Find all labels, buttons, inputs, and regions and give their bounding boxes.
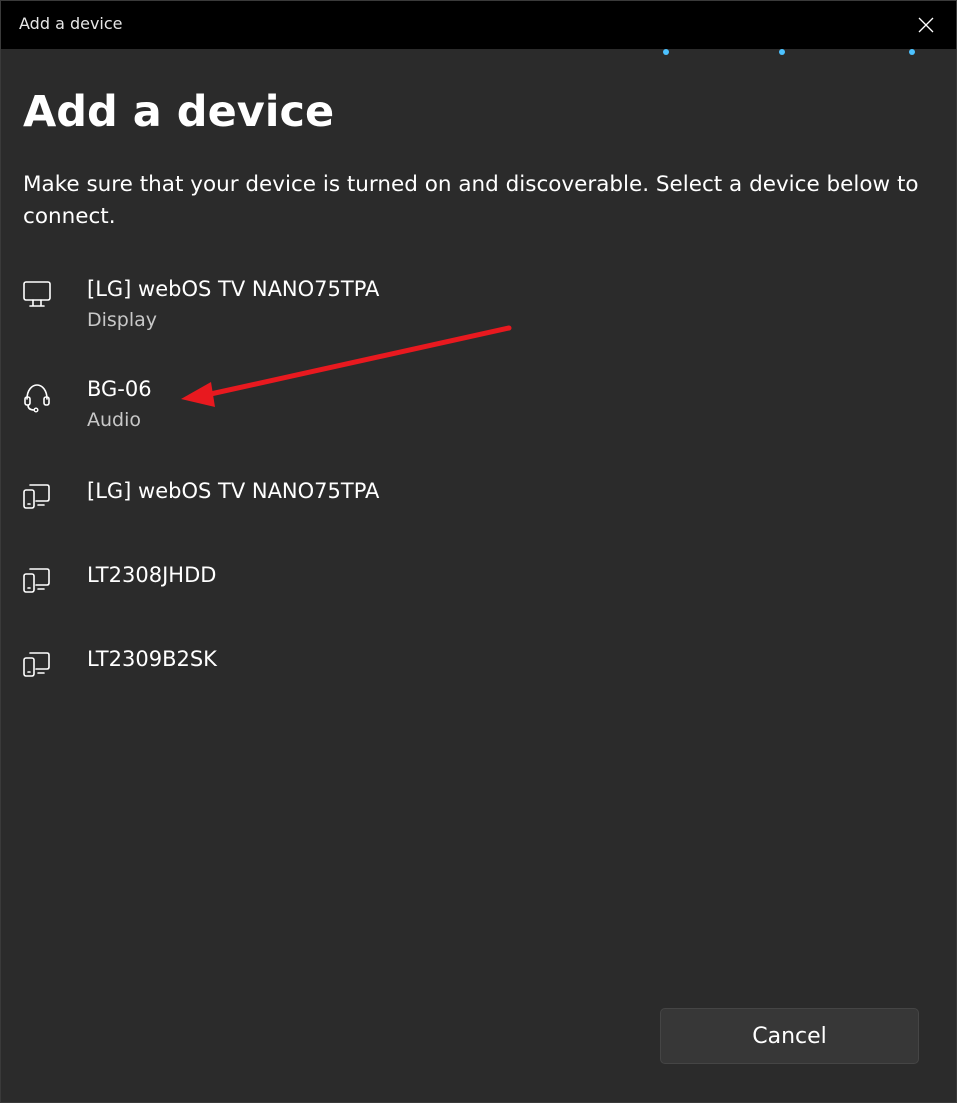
progress-dot [909,49,915,55]
headset-icon [24,384,50,413]
device-name: [LG] webOS TV NANO75TPA [87,277,380,301]
device-item[interactable]: [LG] webOS TV NANO75TPA [1,471,956,531]
device-item[interactable]: LT2308JHDD [1,555,956,615]
progress-indicator [1,47,956,57]
page-title: Add a device [23,87,335,137]
device-type: Audio [87,409,142,431]
device-item[interactable]: BG-06 Audio [1,369,956,449]
add-device-window: Add a device Add a device Make sure that… [0,0,957,1103]
phone-monitor-icon [23,568,50,593]
close-button[interactable] [896,1,956,49]
device-name: BG-06 [87,377,152,401]
monitor-icon [23,281,51,307]
device-name: LT2308JHDD [87,563,217,587]
instructions-text: Make sure that your device is turned on … [23,172,919,229]
device-item[interactable]: [LG] webOS TV NANO75TPA Display [1,269,956,349]
device-type: Display [87,309,158,331]
device-name: [LG] webOS TV NANO75TPA [87,479,380,503]
title-bar: Add a device [1,1,956,49]
annotation-arrow [181,325,512,407]
close-icon [918,17,934,33]
progress-dot [779,49,785,55]
progress-dot [663,49,669,55]
window-title: Add a device [19,14,123,33]
cancel-button[interactable]: Cancel [660,1008,919,1064]
device-item[interactable]: LT2309B2SK [1,639,956,699]
phone-monitor-icon [23,484,50,509]
phone-monitor-icon [23,652,50,677]
device-name: LT2309B2SK [87,647,217,671]
